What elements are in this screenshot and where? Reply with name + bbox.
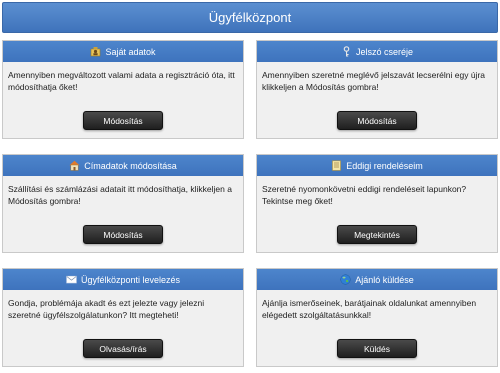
card-description: Amennyiben szeretné meglévő jelszavát le… (262, 70, 486, 92)
modify-password-button[interactable]: Módosítás (337, 111, 417, 130)
card-header: Jelszó cseréje (257, 41, 497, 62)
user-icon (90, 46, 101, 57)
card-description: Gondja, problémája akadt és ezt jelezte … (8, 298, 205, 320)
send-button[interactable]: Küldés (337, 339, 417, 358)
card-send-recommendation: Ajánló küldése Ajánlja ismerőseinek, bar… (256, 268, 498, 367)
read-write-button[interactable]: Olvasás/írás (83, 339, 163, 358)
card-title: Ügyfélközponti levelezés (80, 274, 181, 285)
card-description: Szeretné nyomonkövetni eddigi rendelései… (262, 184, 467, 206)
card-title: Jelszó cseréje (355, 46, 414, 57)
card-title: Saját adatok (105, 46, 156, 57)
card-header: Ajánló küldése (257, 269, 497, 290)
envelope-icon (66, 274, 77, 285)
modify-own-data-button[interactable]: Módosítás (83, 111, 163, 130)
card-password-change: Jelszó cseréje Amennyiben szeretné meglé… (256, 40, 498, 139)
home-icon (69, 160, 80, 171)
card-header: Eddigi rendeléseim (257, 155, 497, 176)
page-header: Ügyfélközpont (2, 2, 498, 33)
card-description: Ajánlja ismerőseinek, barátjainak oldalu… (262, 298, 477, 320)
card-description: Amennyiben megváltozott valami adata a r… (8, 70, 235, 92)
card-description: Szállítási és számlázási adatait itt mód… (8, 184, 232, 206)
card-title: Eddigi rendeléseim (346, 160, 423, 171)
card-address-edit: Címadatok módosítása Szállítási és száml… (2, 154, 244, 253)
view-orders-button[interactable]: Megtekintés (337, 225, 417, 244)
document-icon (331, 160, 342, 171)
card-own-data: Saját adatok Amennyiben megváltozott val… (2, 40, 244, 139)
globe-icon (340, 274, 351, 285)
card-header: Ügyfélközponti levelezés (3, 269, 243, 290)
page-title: Ügyfélközpont (208, 10, 292, 25)
modify-address-button[interactable]: Módosítás (83, 225, 163, 244)
key-icon (341, 46, 352, 57)
card-correspondence: Ügyfélközponti levelezés Gondja, problém… (2, 268, 244, 367)
card-title: Ajánló küldése (355, 274, 414, 285)
card-title: Címadatok módosítása (84, 160, 177, 171)
card-header: Címadatok módosítása (3, 155, 243, 176)
card-header: Saját adatok (3, 41, 243, 62)
card-previous-orders: Eddigi rendeléseim Szeretné nyomonkövetn… (256, 154, 498, 253)
